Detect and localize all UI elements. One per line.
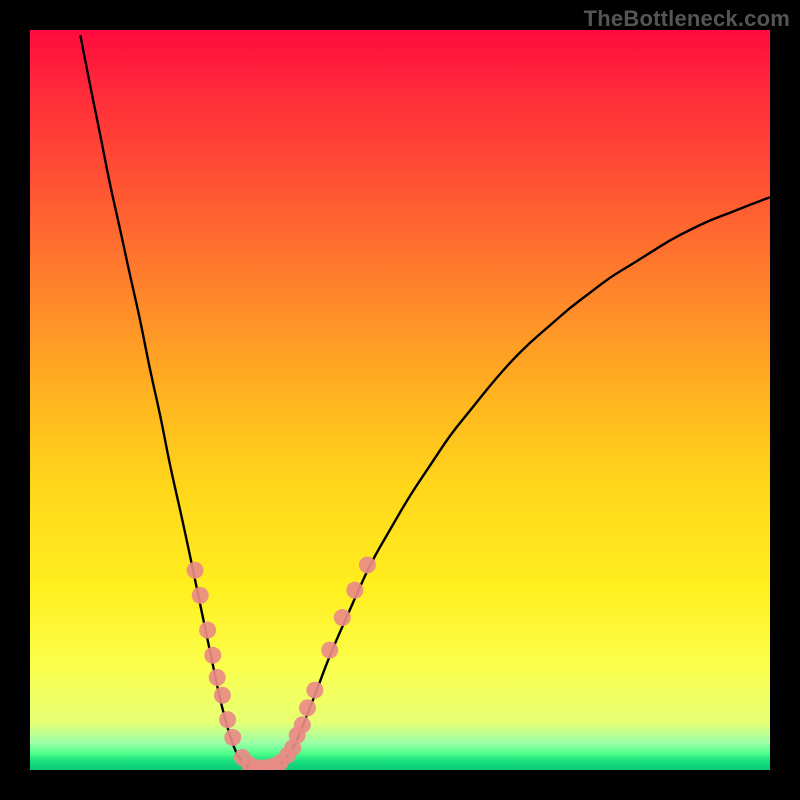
plot-area [30,30,770,770]
data-marker [209,669,226,686]
watermark-text: TheBottleneck.com [584,6,790,32]
data-marker [321,642,338,659]
bottleneck-curve-path [80,35,770,770]
data-markers [187,557,376,770]
bottleneck-curve [80,35,770,770]
chart-frame: TheBottleneck.com [0,0,800,800]
data-marker [359,557,376,574]
data-marker [299,699,316,716]
data-marker [224,729,241,746]
data-marker [204,647,221,664]
data-marker [334,609,351,626]
data-marker [192,587,209,604]
data-marker [199,622,216,639]
data-marker [306,682,323,699]
data-marker [346,582,363,599]
data-marker [214,687,231,704]
overlay-svg [30,30,770,770]
data-marker [294,716,311,733]
data-marker [219,711,236,728]
data-marker [187,562,204,579]
